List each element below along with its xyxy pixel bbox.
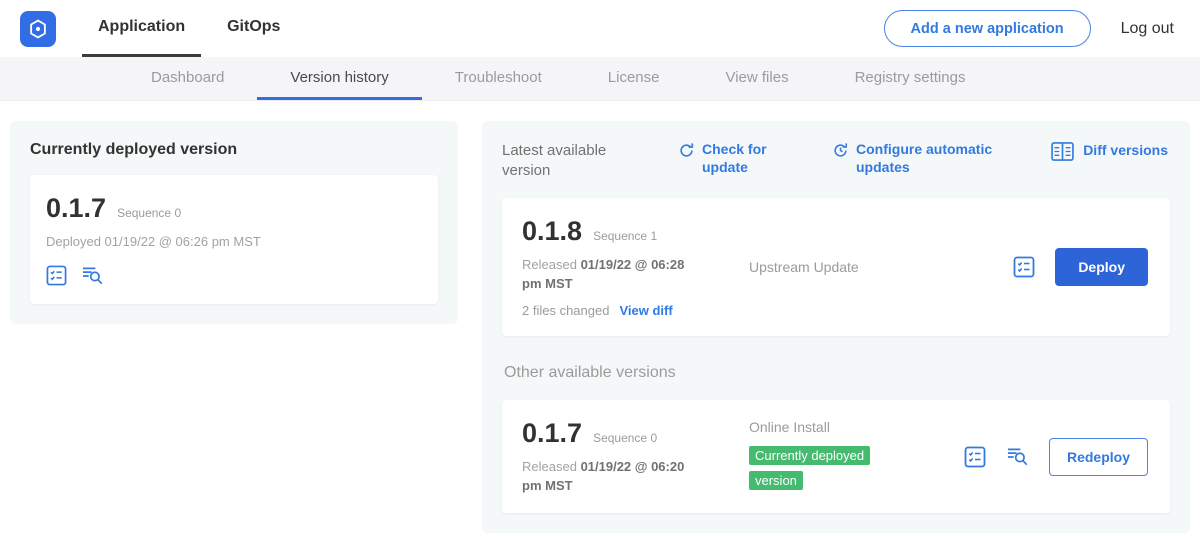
latest-release-controls: Deploy [1013,248,1148,286]
deployed-badge-wrap: Currently deployed version [749,444,899,494]
other-released-timestamp: Released 01/19/22 @ 06:20 pm MST [522,458,702,496]
latest-version-number: 0.1.8 [522,216,582,247]
main-content: Currently deployed version 0.1.7 Sequenc… [0,101,1200,536]
diff-versions-label: Diff versions [1083,142,1168,160]
other-version-number: 0.1.7 [522,418,582,449]
view-diff-icon[interactable] [1006,446,1029,467]
release-notes-icon[interactable] [964,446,986,468]
check-for-update-label: Check for update [702,141,776,176]
tab-application[interactable]: Application [82,0,201,57]
clock-refresh-icon [832,142,849,159]
app-subnav: Dashboard Version history Troubleshoot L… [0,57,1200,101]
redeploy-button[interactable]: Redeploy [1049,438,1148,476]
app-logo-icon [27,18,49,40]
view-diff-icon[interactable] [81,265,104,286]
currently-deployed-title: Currently deployed version [30,141,438,159]
latest-release-card: 0.1.8 Sequence 1 Released 01/19/22 @ 06:… [502,198,1170,336]
deployed-timestamp: Deployed 01/19/22 @ 06:26 pm MST [46,233,422,252]
other-release-source-col: Online Install Currently deployed versio… [747,419,964,494]
check-for-update-link[interactable]: Check for update [678,141,776,176]
tab-gitops[interactable]: GitOps [211,0,296,57]
files-changed-label: 2 files changed [522,303,609,318]
other-release-controls: Redeploy [964,438,1148,476]
deployed-version-card: 0.1.7 Sequence 0 Deployed 01/19/22 @ 06:… [30,175,438,304]
available-versions-panel: Latest available version Check for updat… [482,121,1190,533]
latest-sequence-label: Sequence 1 [593,229,657,243]
diff-versions-icon [1051,142,1074,161]
subnav-item-dashboard[interactable]: Dashboard [118,57,257,100]
tab-application-label: Application [98,18,185,36]
latest-available-title: Latest available version [502,141,642,180]
view-diff-link[interactable]: View diff [619,303,672,318]
subnav-item-view-files[interactable]: View files [692,57,821,100]
primary-tabs: Application GitOps [82,0,306,57]
subnav-item-license[interactable]: License [575,57,693,100]
configure-updates-link[interactable]: Configure automatic updates [832,141,996,176]
released-prefix: Released [522,257,577,272]
deployed-sequence-label: Sequence 0 [117,206,181,220]
released-prefix: Released [522,459,577,474]
subnav-item-registry-settings[interactable]: Registry settings [822,57,999,100]
currently-deployed-panel: Currently deployed version 0.1.7 Sequenc… [10,121,458,324]
currently-deployed-badge: Currently deployed version [749,446,870,490]
add-application-button[interactable]: Add a new application [884,10,1091,47]
deploy-button[interactable]: Deploy [1055,248,1148,286]
other-sequence-label: Sequence 0 [593,431,657,445]
tab-gitops-label: GitOps [227,18,280,36]
other-release-source: Online Install [749,419,964,435]
release-notes-icon[interactable] [46,265,67,286]
navbar-right: Add a new application Log out [884,0,1180,57]
top-navbar: Application GitOps Add a new application… [0,0,1200,57]
available-versions-header: Latest available version Check for updat… [502,141,1170,180]
configure-updates-label: Configure automatic updates [856,141,996,176]
subnav-item-troubleshoot[interactable]: Troubleshoot [422,57,575,100]
deployed-version-number: 0.1.7 [46,193,106,224]
latest-released-timestamp: Released 01/19/22 @ 06:28 pm MST [522,256,702,294]
deployed-actions [46,265,422,286]
latest-release-source: Upstream Update [747,259,1013,275]
latest-release-info: 0.1.8 Sequence 1 Released 01/19/22 @ 06:… [522,216,747,318]
other-release-card: 0.1.7 Sequence 0 Released 01/19/22 @ 06:… [502,400,1170,514]
release-notes-icon[interactable] [1013,256,1035,278]
other-versions-title: Other available versions [504,364,1170,382]
other-release-info: 0.1.7 Sequence 0 Released 01/19/22 @ 06:… [522,418,747,496]
refresh-icon [678,142,695,159]
subnav-item-version-history[interactable]: Version history [257,57,421,100]
diff-versions-link[interactable]: Diff versions [1051,141,1168,161]
deployed-version-row: 0.1.7 Sequence 0 [46,193,422,224]
app-logo[interactable] [20,11,56,47]
logout-link[interactable]: Log out [1121,20,1174,38]
